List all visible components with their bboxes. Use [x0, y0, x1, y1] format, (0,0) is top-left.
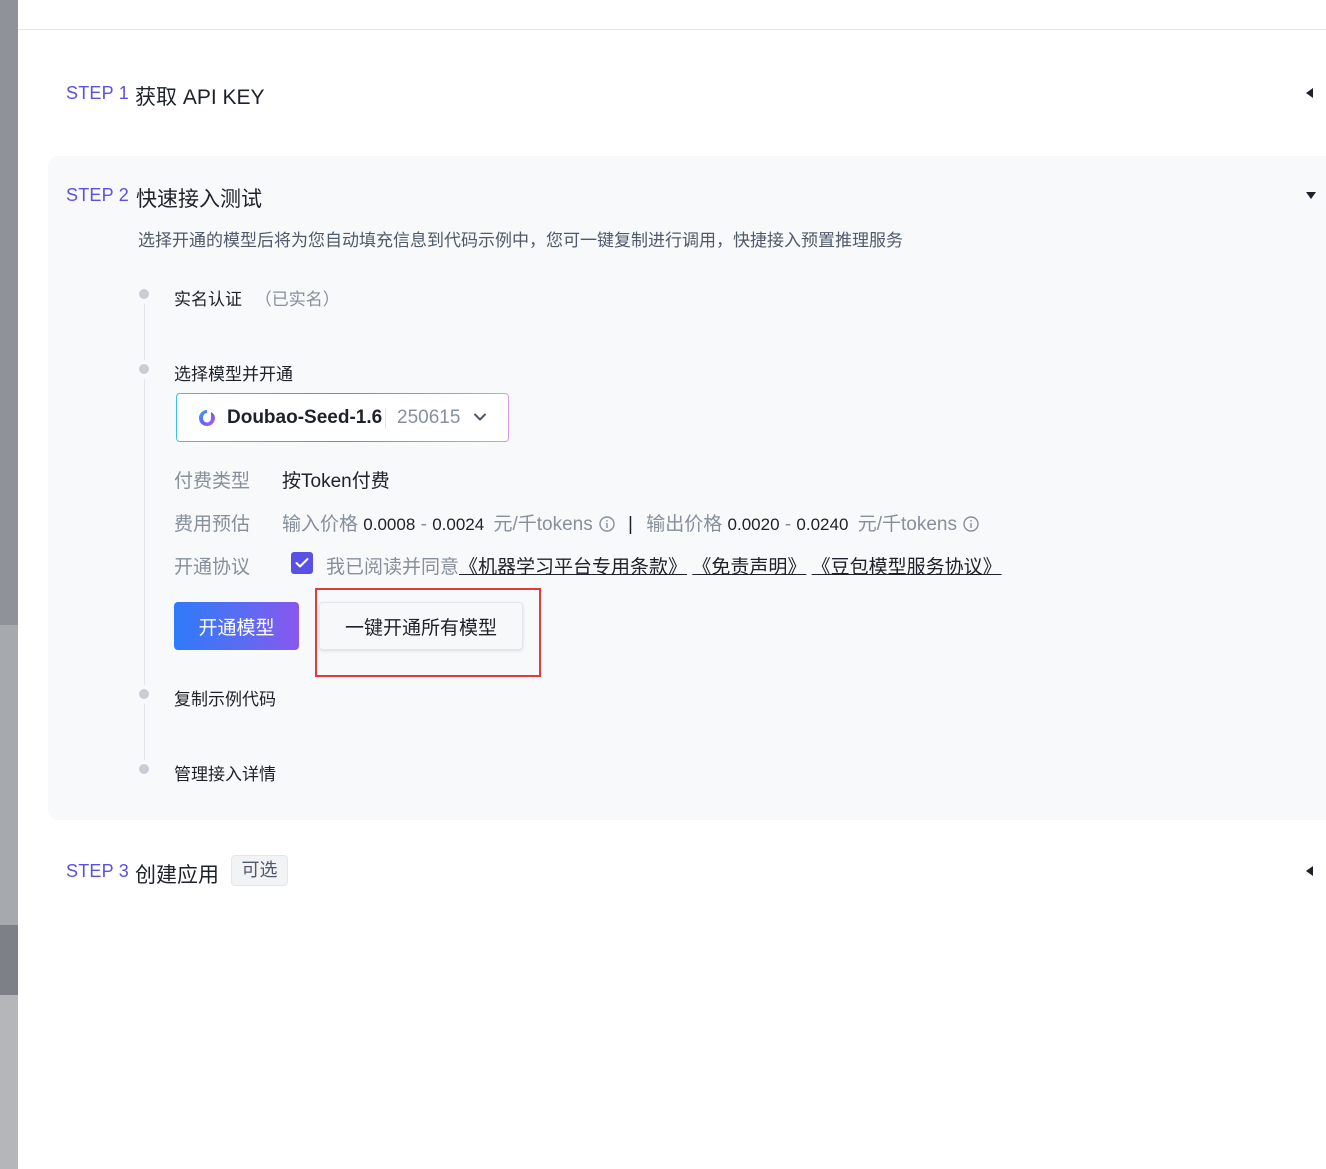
- timeline-dot: [139, 689, 149, 699]
- header-divider: [18, 29, 1326, 30]
- step-1-label: STEP 1: [66, 83, 129, 103]
- copy-code-title: 复制示例代码: [174, 690, 276, 709]
- range-dash: -: [784, 514, 792, 535]
- price-separator: |: [628, 514, 633, 535]
- timeline-connector: [144, 379, 145, 685]
- cost-estimate-label: 费用预估: [174, 514, 251, 535]
- timeline-connector: [144, 304, 145, 360]
- checkmark-icon: [295, 558, 309, 568]
- timeline-dot: [139, 764, 149, 774]
- timeline-connector: [144, 704, 145, 760]
- highlight-annotation-box: [315, 588, 541, 677]
- overlay-segment: [0, 925, 18, 995]
- overlay-segment: [0, 625, 18, 925]
- cost-estimate-row: 输入价格 0.0008 - 0.0024 元/千tokens | 输出价格 0.…: [282, 509, 979, 536]
- realname-status: （已实名）: [254, 290, 340, 309]
- output-price-unit: 元/千tokens: [857, 514, 957, 535]
- agreement-text: 我已阅读并同意《机器学习平台专用条款》 《免责声明》 《豆包模型服务协议》: [326, 552, 1002, 579]
- input-price-max: 0.0024: [432, 515, 485, 534]
- optional-tag: 可选: [231, 855, 288, 886]
- model-select-dropdown[interactable]: Doubao-Seed-1.6 250615: [176, 393, 509, 442]
- background-overlay-strip: [0, 0, 18, 1169]
- input-price-min: 0.0008: [363, 515, 416, 534]
- step-3-title: 创建应用: [135, 864, 219, 887]
- output-price-max: 0.0240: [796, 515, 849, 534]
- realname-item: 实名认证 （已实名）: [174, 285, 340, 310]
- model-name: Doubao-Seed-1.6: [227, 407, 383, 428]
- step-3-label: STEP 3: [66, 861, 129, 881]
- overlay-segment: [0, 995, 18, 1169]
- step-2-description: 选择开通的模型后将为您自动填充信息到代码示例中，您可一键复制进行调用，快捷接入预…: [138, 231, 903, 250]
- overlay-segment: [0, 0, 18, 625]
- output-price-min: 0.0020: [727, 515, 780, 534]
- agreement-checkbox[interactable]: [291, 552, 313, 574]
- service-agreement-link[interactable]: 《豆包模型服务协议》: [812, 557, 1002, 578]
- agreement-label: 开通协议: [174, 557, 251, 578]
- disclaimer-link[interactable]: 《免责声明》: [692, 557, 806, 578]
- step-2-title: 快速接入测试: [136, 188, 262, 211]
- agreement-prefix: 我已阅读并同意: [326, 557, 460, 578]
- collapse-arrow-icon[interactable]: [1306, 88, 1313, 98]
- billing-type-value: 按Token付费: [282, 471, 390, 492]
- range-dash: -: [420, 514, 427, 535]
- expand-arrow-icon[interactable]: [1306, 192, 1316, 199]
- input-price-label: 输入价格: [282, 514, 359, 535]
- info-icon[interactable]: [963, 516, 979, 532]
- step-1-title: 获取 API KEY: [135, 86, 265, 109]
- realname-title: 实名认证: [174, 290, 242, 309]
- model-version: 250615: [397, 407, 461, 428]
- info-icon[interactable]: [599, 516, 615, 532]
- model-separator: [385, 409, 386, 429]
- doubao-logo-icon: [199, 410, 215, 426]
- select-model-title: 选择模型并开通: [174, 365, 293, 384]
- chevron-down-icon: [474, 413, 486, 421]
- output-price-label: 输出价格: [646, 514, 723, 535]
- manage-details-title: 管理接入详情: [174, 765, 276, 784]
- step-2-label: STEP 2: [66, 185, 129, 205]
- billing-type-label: 付费类型: [174, 471, 251, 492]
- activate-model-button[interactable]: 开通模型: [174, 602, 299, 650]
- timeline-dot: [139, 289, 149, 299]
- timeline-dot: [139, 364, 149, 374]
- terms-link[interactable]: 《机器学习平台专用条款》: [459, 557, 687, 578]
- input-price-unit: 元/千tokens: [493, 514, 593, 535]
- collapse-arrow-icon[interactable]: [1306, 866, 1313, 876]
